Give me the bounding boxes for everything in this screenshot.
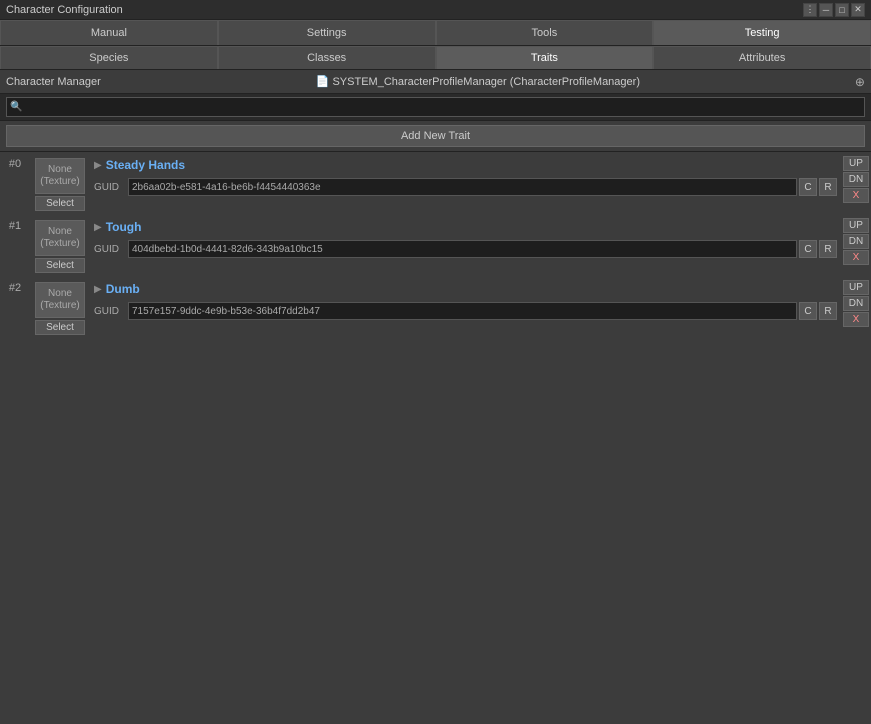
refresh-btn-2[interactable]: R bbox=[819, 302, 837, 320]
x-btn-2[interactable]: X bbox=[843, 312, 869, 327]
select-btn-0[interactable]: Select bbox=[35, 196, 85, 211]
trait-index-2: #2 bbox=[0, 278, 30, 338]
add-icon[interactable]: ⊕ bbox=[855, 75, 865, 89]
dn-btn-2[interactable]: DN bbox=[843, 296, 869, 311]
guid-label-0: GUID bbox=[94, 182, 126, 193]
trait-name-row-0: ▶ Steady Hands bbox=[94, 158, 837, 172]
trait-body-1: ▶ Tough GUID C R bbox=[90, 216, 841, 276]
subtab-attributes[interactable]: Attributes bbox=[653, 46, 871, 69]
search-icon: 🔍 bbox=[10, 102, 22, 113]
trait-texture-0: None (Texture) Select bbox=[30, 154, 90, 214]
trait-list: #0 None (Texture) Select ▶ Steady Hands … bbox=[0, 152, 871, 694]
add-btn-row: Add New Trait bbox=[0, 121, 871, 152]
guid-label-2: GUID bbox=[94, 306, 126, 317]
texture-box-0: None (Texture) bbox=[35, 158, 85, 194]
manager-title: Character Manager bbox=[6, 76, 101, 88]
expand-arrow-0[interactable]: ▶ bbox=[94, 160, 102, 171]
trait-index-0: #0 bbox=[0, 154, 30, 214]
trait-name-0[interactable]: Steady Hands bbox=[106, 158, 185, 172]
guid-input-2[interactable] bbox=[128, 302, 797, 320]
guid-input-0[interactable] bbox=[128, 178, 797, 196]
x-btn-1[interactable]: X bbox=[843, 250, 869, 265]
guid-input-1[interactable] bbox=[128, 240, 797, 258]
expand-arrow-1[interactable]: ▶ bbox=[94, 222, 102, 233]
add-new-trait-button[interactable]: Add New Trait bbox=[6, 125, 865, 147]
subtab-traits[interactable]: Traits bbox=[436, 46, 654, 69]
menu-btn[interactable]: ⋮ bbox=[803, 3, 817, 17]
manager-bar: Character Manager 📄 SYSTEM_CharacterProf… bbox=[0, 70, 871, 94]
expand-arrow-2[interactable]: ▶ bbox=[94, 284, 102, 295]
dn-btn-0[interactable]: DN bbox=[843, 172, 869, 187]
texture-box-1: None (Texture) bbox=[35, 220, 85, 256]
trait-list-container: #0 None (Texture) Select ▶ Steady Hands … bbox=[0, 152, 871, 342]
up-btn-0[interactable]: UP bbox=[843, 156, 869, 171]
trait-texture-2: None (Texture) Select bbox=[30, 278, 90, 338]
trait-actions-1: UP DN X bbox=[841, 216, 871, 276]
copy-btn-0[interactable]: C bbox=[799, 178, 817, 196]
texture-box-2: None (Texture) bbox=[35, 282, 85, 318]
refresh-btn-1[interactable]: R bbox=[819, 240, 837, 258]
texture-label-type-1: (Texture) bbox=[40, 238, 79, 250]
search-wrapper: 🔍 bbox=[6, 97, 865, 117]
window-title: Character Configuration bbox=[6, 4, 123, 16]
x-btn-0[interactable]: X bbox=[843, 188, 869, 203]
guid-label-1: GUID bbox=[94, 244, 126, 255]
subtab-classes[interactable]: Classes bbox=[218, 46, 436, 69]
minimize-btn[interactable]: ─ bbox=[819, 3, 833, 17]
search-input[interactable] bbox=[6, 97, 865, 117]
search-bar: 🔍 bbox=[0, 94, 871, 121]
copy-btn-1[interactable]: C bbox=[799, 240, 817, 258]
trait-body-2: ▶ Dumb GUID C R bbox=[90, 278, 841, 338]
trait-name-1[interactable]: Tough bbox=[106, 220, 142, 234]
trait-actions-2: UP DN X bbox=[841, 278, 871, 338]
tab-settings[interactable]: Settings bbox=[218, 20, 436, 45]
dn-btn-1[interactable]: DN bbox=[843, 234, 869, 249]
trait-name-row-1: ▶ Tough bbox=[94, 220, 837, 234]
texture-label-type-2: (Texture) bbox=[40, 300, 79, 312]
trait-name-row-2: ▶ Dumb bbox=[94, 282, 837, 296]
table-row: #1 None (Texture) Select ▶ Tough GUID C … bbox=[0, 216, 871, 276]
trait-body-0: ▶ Steady Hands GUID C R bbox=[90, 154, 841, 214]
guid-row-1: GUID C R bbox=[94, 240, 837, 258]
up-btn-1[interactable]: UP bbox=[843, 218, 869, 233]
table-row: #0 None (Texture) Select ▶ Steady Hands … bbox=[0, 154, 871, 214]
tab-manual[interactable]: Manual bbox=[0, 20, 218, 45]
up-btn-2[interactable]: UP bbox=[843, 280, 869, 295]
texture-label-none-2: None bbox=[48, 288, 72, 300]
trait-index-1: #1 bbox=[0, 216, 30, 276]
trait-actions-0: UP DN X bbox=[841, 154, 871, 214]
title-bar: Character Configuration ⋮ ─ □ ✕ bbox=[0, 0, 871, 20]
tab-testing[interactable]: Testing bbox=[653, 20, 871, 45]
trait-name-2[interactable]: Dumb bbox=[106, 282, 140, 296]
subtab-species[interactable]: Species bbox=[0, 46, 218, 69]
texture-label-none-0: None bbox=[48, 164, 72, 176]
select-btn-1[interactable]: Select bbox=[35, 258, 85, 273]
texture-label-type-0: (Texture) bbox=[40, 176, 79, 188]
select-btn-2[interactable]: Select bbox=[35, 320, 85, 335]
maximize-btn[interactable]: □ bbox=[835, 3, 849, 17]
guid-row-0: GUID C R bbox=[94, 178, 837, 196]
tab-tools[interactable]: Tools bbox=[436, 20, 654, 45]
manager-link[interactable]: 📄 SYSTEM_CharacterProfileManager (Charac… bbox=[316, 75, 640, 88]
main-tab-row: Manual Settings Tools Testing bbox=[0, 20, 871, 46]
close-btn[interactable]: ✕ bbox=[851, 3, 865, 17]
refresh-btn-0[interactable]: R bbox=[819, 178, 837, 196]
texture-label-none-1: None bbox=[48, 226, 72, 238]
copy-btn-2[interactable]: C bbox=[799, 302, 817, 320]
trait-texture-1: None (Texture) Select bbox=[30, 216, 90, 276]
table-row: #2 None (Texture) Select ▶ Dumb GUID C R bbox=[0, 278, 871, 338]
window-controls: ⋮ ─ □ ✕ bbox=[803, 3, 865, 17]
guid-row-2: GUID C R bbox=[94, 302, 837, 320]
subtab-row: Species Classes Traits Attributes bbox=[0, 46, 871, 70]
